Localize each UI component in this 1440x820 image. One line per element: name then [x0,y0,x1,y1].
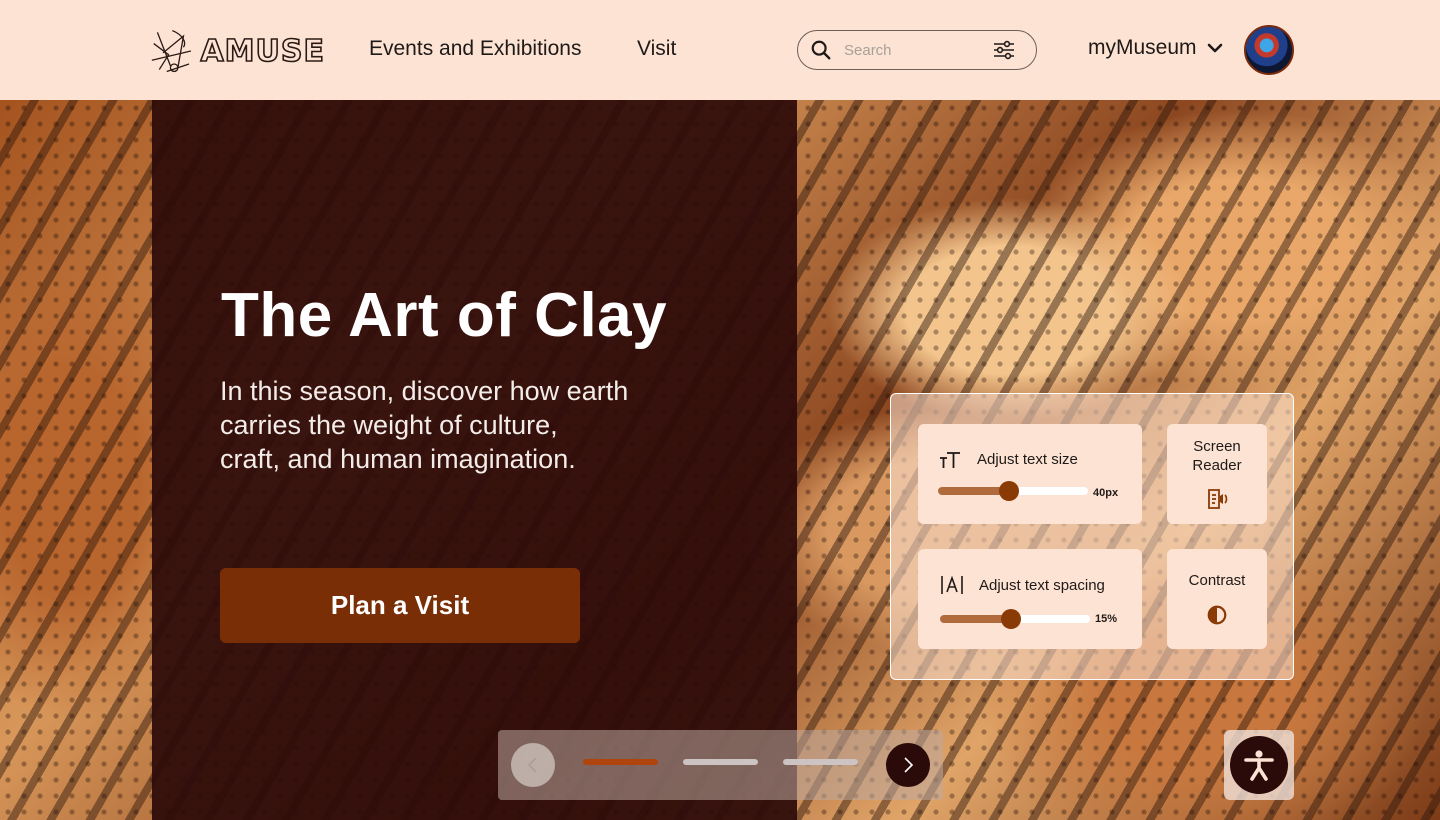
hero-subtitle: In this season, discover how earth carri… [220,374,690,476]
carousel-next-button[interactable] [886,743,930,787]
text-spacing-value: 15% [1095,613,1118,625]
hero-subtitle-line: craft, and human imagination. [220,444,576,474]
text-size-value: 40px [1093,487,1119,499]
carousel-prev-button[interactable] [511,743,555,787]
search-input[interactable] [844,41,984,59]
chevron-right-icon [904,757,914,773]
mymuseum-menu[interactable]: myMuseum [1088,36,1225,60]
search-bar [797,30,1037,70]
screen-reader-label-line: Screen [1193,438,1241,455]
nav-events-and-exhibitions[interactable]: Events and Exhibitions [369,37,581,61]
slider-fill [940,615,1011,623]
user-avatar[interactable] [1244,25,1294,75]
mymuseum-label: myMuseum [1088,36,1197,59]
hero-section: The Art of Clay In this season, discover… [0,100,1440,820]
text-spacing-label: Adjust text spacing [979,577,1105,594]
accessibility-badge [1230,736,1288,794]
text-spacing-icon [941,575,963,594]
text-size-card: Adjust text size 40px [918,424,1142,524]
slider-knob[interactable] [1000,609,1021,629]
carousel-indicator[interactable] [683,759,758,765]
hero-subtitle-line: carries the weight of culture, [220,410,558,440]
site-header: AMUSE Events and Exhibitions Visit myMus… [0,0,1440,100]
text-spacing-slider[interactable] [940,609,1090,629]
filter-sliders-icon[interactable] [992,38,1016,62]
contrast-label: Contrast [1188,572,1246,589]
search-icon[interactable] [810,39,832,61]
carousel-indicator[interactable] [783,759,858,765]
text-size-label: Adjust text size [977,451,1078,468]
chevron-down-icon [1207,43,1222,53]
text-spacing-card: Adjust text spacing 15% [918,549,1142,649]
carousel-indicator[interactable] [583,759,658,765]
logo-mark-icon [151,29,192,73]
screen-reader-label-line: Reader [1192,457,1242,474]
accessibility-panel: Adjust text size 40px Adjust text spacin… [890,393,1294,680]
contrast-card[interactable]: Contrast [1167,549,1267,649]
contrast-icon [1207,605,1227,625]
slider-fill [938,487,1009,495]
chevron-left-icon [527,757,537,773]
plan-a-visit-button[interactable]: Plan a Visit [220,568,580,643]
screen-reader-icon [1208,489,1228,509]
nav-visit[interactable]: Visit [637,37,676,61]
accessibility-toggle-button[interactable] [1224,730,1294,800]
slider-knob[interactable] [998,481,1019,501]
brand-logo[interactable]: AMUSE [150,24,325,78]
hero-subtitle-line: In this season, discover how earth [220,376,629,406]
hero-carousel-controls [498,730,943,800]
text-size-icon [940,452,960,468]
text-size-slider[interactable] [938,481,1088,501]
accessibility-person-icon [1244,750,1274,781]
hero-title: The Art of Clay [221,281,668,350]
brand-name: AMUSE [200,33,325,70]
screen-reader-card[interactable]: Screen Reader [1167,424,1267,524]
hero-text-panel: The Art of Clay In this season, discover… [152,100,797,820]
